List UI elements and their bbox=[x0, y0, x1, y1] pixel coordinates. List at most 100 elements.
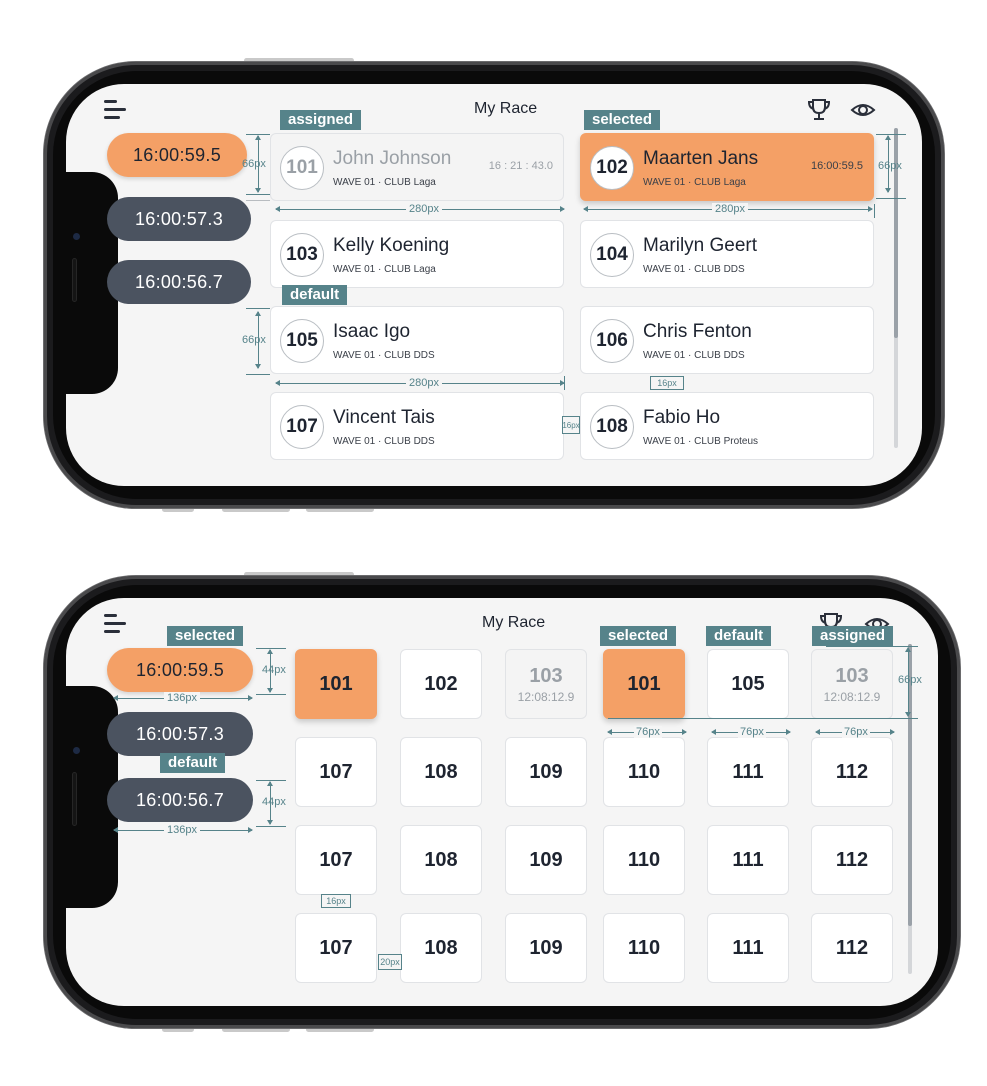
bib-tile[interactable]: 108 bbox=[400, 913, 482, 983]
dimension-label: 66px bbox=[242, 158, 266, 170]
bib-number: 101 bbox=[319, 672, 353, 695]
bib-tile[interactable]: 108 bbox=[400, 825, 482, 895]
dimension-label: 66px bbox=[242, 334, 266, 346]
dimension-label: 136px bbox=[164, 824, 200, 836]
bib-number: 108 bbox=[424, 848, 458, 871]
bib-tile[interactable]: 112 bbox=[811, 737, 893, 807]
bib-tile[interactable]: 111 bbox=[707, 825, 789, 895]
bib-number: 111 bbox=[732, 760, 764, 783]
dimension-label: 280px bbox=[712, 203, 748, 215]
dimension-guide bbox=[256, 826, 286, 827]
bib-number: 107 bbox=[319, 760, 353, 783]
runner-name: John Johnson bbox=[333, 148, 452, 169]
screen: My Race 16:00:59.5 16:00:57.3 16:00:56.7… bbox=[66, 84, 922, 486]
bib-badge: 102 bbox=[590, 146, 634, 190]
gap-dimension: 16px bbox=[562, 416, 580, 434]
dimension-guide bbox=[256, 694, 286, 695]
time-pill[interactable]: 16:00:56.7 bbox=[107, 778, 253, 822]
bib-number: 107 bbox=[319, 936, 353, 959]
runner-card[interactable]: 108 Fabio Ho WAVE 01 · CLUB Proteus bbox=[580, 392, 874, 460]
annotation-tag-default: default bbox=[282, 285, 348, 305]
runner-name: Vincent Tais bbox=[333, 407, 435, 428]
runner-card[interactable]: 107 Vincent Tais WAVE 01 · CLUB DDS bbox=[270, 392, 564, 460]
bib-tile-selected[interactable]: 101 bbox=[295, 649, 377, 719]
runner-card-selected[interactable]: 102 Maarten Jans WAVE 01 · CLUB Laga 16:… bbox=[580, 133, 874, 201]
bib-number: 112 bbox=[835, 760, 869, 783]
runner-info: WAVE 01 · CLUB DDS bbox=[333, 436, 435, 447]
bib-tile[interactable]: 107 bbox=[295, 913, 377, 983]
bib-tile[interactable]: 109 bbox=[505, 825, 587, 895]
time-pill-selected[interactable]: 16:00:59.5 bbox=[107, 648, 253, 692]
bib-tile[interactable]: 108 bbox=[400, 737, 482, 807]
dimension-guide bbox=[246, 374, 270, 375]
runner-card[interactable]: 106 Chris Fenton WAVE 01 · CLUB DDS bbox=[580, 306, 874, 374]
runner-card[interactable]: 104 Marilyn Geert WAVE 01 · CLUB DDS bbox=[580, 220, 874, 288]
bib-number: 108 bbox=[424, 936, 458, 959]
bib-tile[interactable]: 110 bbox=[603, 737, 685, 807]
runner-card[interactable]: 105 Isaac Igo WAVE 01 · CLUB DDS bbox=[270, 306, 564, 374]
time-pill[interactable]: 16:00:57.3 bbox=[107, 712, 253, 756]
runner-name: Marilyn Geert bbox=[643, 235, 758, 256]
bib-tile[interactable]: 110 bbox=[603, 913, 685, 983]
bib-tile-selected[interactable]: 101 bbox=[603, 649, 685, 719]
bib-tile[interactable]: 107 bbox=[295, 825, 377, 895]
screen: My Race 16:00:59.5 16:00:57.3 16:00:56.7… bbox=[66, 598, 938, 1006]
bib-tile[interactable]: 109 bbox=[505, 737, 587, 807]
dimension-label: 44px bbox=[262, 664, 286, 676]
front-camera bbox=[73, 747, 80, 754]
runner-name: Maarten Jans bbox=[643, 148, 759, 169]
runner-name: Kelly Koening bbox=[333, 235, 450, 256]
dimension-guide bbox=[876, 198, 906, 199]
dimension-label: 280px bbox=[406, 377, 442, 389]
runner-time: 16:00:59.5 bbox=[811, 160, 863, 172]
runner-card[interactable]: 103 Kelly Koening WAVE 01 · CLUB Laga bbox=[270, 220, 564, 288]
bib-number: 110 bbox=[627, 760, 661, 783]
bib-tile[interactable]: 102 bbox=[400, 649, 482, 719]
bib-badge: 108 bbox=[590, 405, 634, 449]
scrollbar[interactable] bbox=[894, 128, 898, 448]
time-pill-selected[interactable]: 16:00:59.5 bbox=[107, 133, 247, 177]
bib-badge: 106 bbox=[590, 319, 634, 363]
bib-tile-assigned[interactable]: 103 12:08:12.9 bbox=[811, 649, 893, 719]
bib-number: 103 bbox=[835, 664, 869, 687]
bib-number: 109 bbox=[529, 848, 563, 871]
annotation-tag-default: default bbox=[160, 753, 226, 773]
annotation-tag-selected: selected bbox=[167, 626, 244, 646]
dimension-guide bbox=[826, 646, 918, 647]
bib-tile[interactable]: 112 bbox=[811, 913, 893, 983]
front-camera bbox=[73, 233, 80, 240]
dimension-guide bbox=[874, 204, 875, 218]
bib-number: 105 bbox=[731, 672, 765, 695]
runner-info: WAVE 01 · CLUB Proteus bbox=[643, 436, 759, 447]
dimension-label: 76px bbox=[738, 726, 766, 738]
bib-tile[interactable]: 107 bbox=[295, 737, 377, 807]
dimension-label: 280px bbox=[406, 203, 442, 215]
time-pill[interactable]: 16:00:56.7 bbox=[107, 260, 251, 304]
annotation-tag-selected: selected bbox=[584, 110, 661, 130]
bib-tile[interactable]: 110 bbox=[603, 825, 685, 895]
bib-tile[interactable]: 112 bbox=[811, 825, 893, 895]
trophy-icon[interactable] bbox=[806, 98, 832, 122]
annotation-tag-selected: selected bbox=[600, 626, 677, 646]
bib-badge: 101 bbox=[280, 146, 324, 190]
eye-icon[interactable] bbox=[850, 98, 876, 122]
bib-tile[interactable]: 105 bbox=[707, 649, 789, 719]
runner-card-assigned[interactable]: 101 John Johnson WAVE 01 · CLUB Laga 16 … bbox=[270, 133, 564, 201]
bib-number: 110 bbox=[627, 848, 661, 871]
bib-number: 102 bbox=[424, 672, 458, 695]
hamburger-menu-icon[interactable] bbox=[104, 100, 128, 120]
bib-tile[interactable]: 109 bbox=[505, 913, 587, 983]
bib-tile[interactable]: 111 bbox=[707, 913, 789, 983]
gap-dimension: 20px bbox=[378, 954, 402, 970]
bib-number: 109 bbox=[529, 936, 563, 959]
runner-info: WAVE 01 · CLUB DDS bbox=[643, 350, 745, 361]
dimension-label: 66px bbox=[898, 674, 922, 686]
earpiece-speaker bbox=[72, 772, 77, 826]
bib-tile-assigned[interactable]: 103 12:08:12.9 bbox=[505, 649, 587, 719]
time-pill[interactable]: 16:00:57.3 bbox=[107, 197, 251, 241]
hamburger-menu-icon[interactable] bbox=[104, 614, 128, 634]
bib-tile[interactable]: 111 bbox=[707, 737, 789, 807]
bib-time: 12:08:12.9 bbox=[517, 689, 575, 704]
bib-number: 108 bbox=[424, 760, 458, 783]
bib-number: 109 bbox=[529, 760, 563, 783]
